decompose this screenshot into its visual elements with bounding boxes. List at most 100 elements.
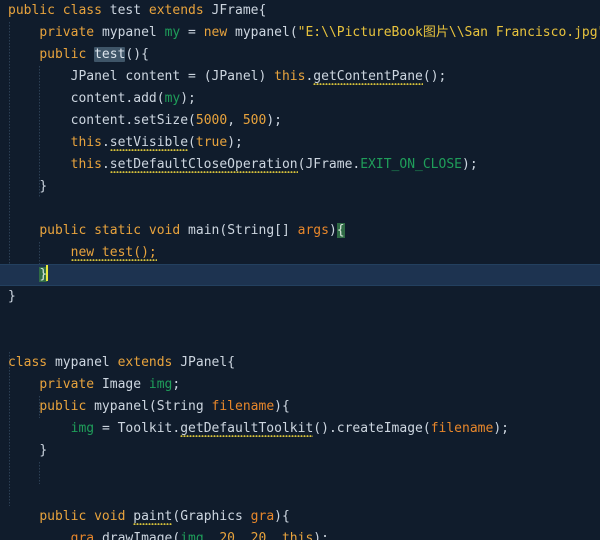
token-keyword-void: void [148,223,181,238]
token-open-paren: ( [313,421,322,436]
code-line-20[interactable]: img = Toolkit.getDefaultToolkit().create… [0,418,600,440]
token-keyword-public: public [8,3,55,18]
token-dot: . [101,135,110,150]
code-editor[interactable]: public class test extends JFrame{ privat… [0,0,600,540]
token-method-paint: paint [133,509,173,526]
code-line-2[interactable]: private mypanel my = new mypanel("E:\\Pi… [0,22,600,44]
token-dot: . [94,531,102,540]
token-open-brace: { [258,3,267,18]
code-line-19[interactable]: public mypanel(String filename){ [0,396,600,418]
token-semicolon: ; [501,421,509,436]
code-line-16-blank[interactable] [0,330,600,352]
code-line-24[interactable]: public void paint(Graphics gra){ [0,506,600,528]
token-close-paren: ) [274,399,282,414]
token-keyword-class: class [62,3,102,18]
token-open-paren: ( [156,91,165,106]
code-lines[interactable]: public class test extends JFrame{ privat… [0,0,600,540]
token-number-5000: 5000 [195,113,228,128]
code-line-12[interactable]: new test(); [0,242,600,264]
token-open-paren: ( [422,69,431,84]
token-operator-equals: = [101,421,110,436]
token-keyword-void: void [94,509,126,524]
token-ctor-mypanel: mypanel [235,25,290,40]
token-param-filename: filename [430,421,494,436]
code-line-8[interactable]: this.setDefaultCloseOperation(JFrame.EXI… [0,154,600,176]
token-close-paren: ) [461,157,470,172]
code-line-3[interactable]: public test(){ [0,44,600,66]
token-close-paren: ) [493,421,502,436]
token-type-jpanel: JPanel [70,69,118,84]
token-type-mypanel: mypanel [54,355,110,370]
token-var-content: content [70,91,126,106]
token-type-mypanel: mypanel [101,25,157,40]
token-var-content: content [125,69,181,84]
token-type-string: String [156,399,204,414]
token-ctor-mypanel: mypanel [94,399,149,414]
code-line-18[interactable]: private Image img; [0,374,600,396]
code-line-11[interactable]: public static void main(String[] args){ [0,220,600,242]
token-string-image-path: "E:\\PictureBook图片\\San Francisco.jpg" [297,25,600,40]
token-type-graphics: Graphics [180,509,243,524]
code-line-9[interactable]: } [0,176,600,198]
token-close-brace: } [8,289,16,304]
token-method-add: add [133,91,157,106]
token-open-brace: { [281,399,290,414]
token-keyword-class: class [8,355,48,370]
code-line-13-current[interactable]: } [0,264,600,286]
token-operator-equals: = [188,69,196,84]
token-method-drawimage: drawImage [101,531,173,540]
code-line-17[interactable]: class mypanel extends JPanel{ [0,352,600,374]
code-line-5[interactable]: content.add(my); [0,88,600,110]
code-line-22-blank[interactable] [0,462,600,484]
token-open-paren: ( [148,399,157,414]
token-open-brace: { [227,355,236,370]
token-field-my: my [164,25,181,40]
token-open-paren: ( [188,113,196,128]
token-semicolon: ; [469,157,478,172]
token-var-content: content [70,113,126,128]
token-keyword-public: public [39,47,87,62]
token-comma: , [227,113,236,128]
token-close-paren: ) [328,223,337,238]
code-line-10-blank[interactable] [0,198,600,220]
token-close-paren: ) [321,421,329,436]
token-field-my: my [164,91,181,106]
token-operator-equals: = [188,25,196,40]
code-line-6[interactable]: content.setSize(5000, 500); [0,110,600,132]
token-semicolon: ; [438,69,447,84]
token-close-paren: ) [430,69,439,84]
code-line-7[interactable]: this.setVisible(true); [0,132,600,154]
code-line-21[interactable]: } [0,440,600,462]
token-keyword-public: public [39,399,87,414]
token-keyword-this: this [281,531,314,540]
token-close-paren: ) [266,113,275,128]
token-close-paren: ) [313,531,322,540]
token-close-paren: ) [133,47,142,62]
token-method-createimage: createImage [336,421,423,436]
code-line-23-blank[interactable] [0,484,600,506]
token-semicolon: ; [172,377,181,392]
code-line-14[interactable]: } [0,286,600,308]
token-occurrence-test[interactable]: test [94,47,126,62]
token-type-jframe: JFrame [305,157,353,172]
token-number-500: 500 [242,113,267,128]
token-open-paren: ( [422,421,431,436]
code-line-25[interactable]: gra.drawImage(img, 20, 20, this); [0,528,600,540]
token-field-img: img [180,531,204,540]
token-type-string: String [227,223,275,238]
code-line-4[interactable]: JPanel content = (JPanel) this.getConten… [0,66,600,88]
token-keyword-this: this [274,69,306,84]
token-open-paren: ( [289,25,298,40]
code-line-1[interactable]: public class test extends JFrame{ [0,0,600,22]
token-semicolon: ; [274,113,282,128]
token-keyword-static: static [94,223,142,238]
token-semicolon: ; [235,135,243,150]
token-keyword-private: private [39,25,95,40]
token-param-gra: gra [70,531,95,540]
token-keyword-new: new [203,25,228,40]
code-line-15-blank[interactable] [0,308,600,330]
token-method-setsize: setSize [133,113,189,128]
token-method-getdefaulttoolkit: getDefaultToolkit [180,421,314,438]
token-close-brace: } [39,443,48,458]
token-keyword-this: this [70,157,102,172]
